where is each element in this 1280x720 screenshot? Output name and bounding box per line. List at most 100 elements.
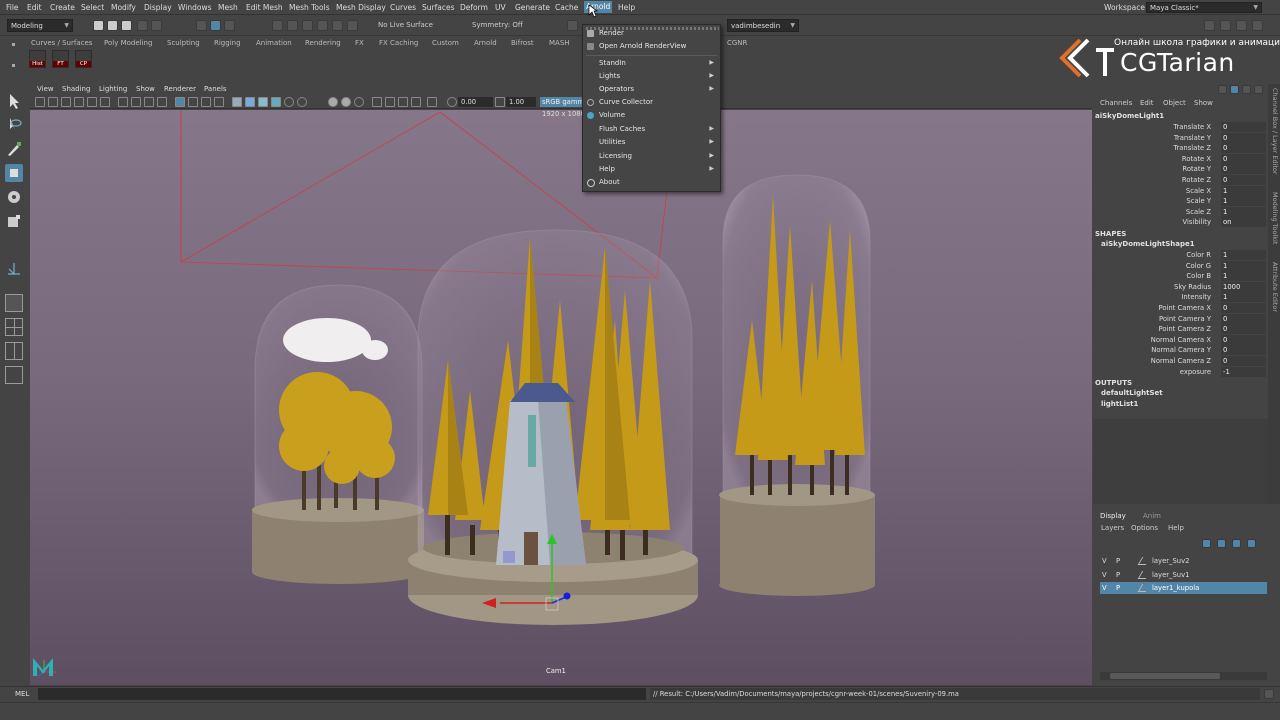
cb-attr-value[interactable]: 0: [1221, 175, 1266, 185]
snap-point-icon[interactable]: [302, 20, 313, 31]
menu-item-lights[interactable]: Lights: [599, 72, 620, 80]
layer-name[interactable]: layer_Suv2: [1152, 555, 1189, 567]
move-tool-icon[interactable]: [5, 164, 23, 182]
select-object-icon[interactable]: [210, 20, 221, 31]
cb-attr-value[interactable]: 1: [1221, 206, 1266, 217]
cb-tab-show[interactable]: Show: [1194, 99, 1213, 107]
shelf-tab-cgnr[interactable]: CGNR: [727, 39, 747, 47]
cb-attr-value[interactable]: -1: [1221, 366, 1266, 377]
new-scene-icon[interactable]: [93, 20, 104, 31]
axis-icon[interactable]: [5, 260, 23, 278]
layer-color-icon[interactable]: [1137, 570, 1151, 579]
menu-item-about[interactable]: About: [599, 178, 620, 186]
menu-help[interactable]: Help: [618, 3, 635, 12]
shelf-tab-bifrost[interactable]: Bifrost: [511, 39, 534, 47]
gamma-field[interactable]: 1.00: [506, 97, 536, 107]
resolution-gate-icon[interactable]: [144, 97, 154, 107]
shelf-tab-sculpting[interactable]: Sculpting: [167, 39, 200, 47]
outliner-icon[interactable]: [5, 366, 23, 384]
snap-curve-icon[interactable]: [287, 20, 298, 31]
cmd-input[interactable]: [38, 688, 646, 700]
isolate-select-icon[interactable]: [372, 97, 382, 107]
cb-attr-value[interactable]: 0: [1221, 143, 1266, 154]
menu-item-operators[interactable]: Operators: [599, 85, 634, 93]
menu-item-open-renderview[interactable]: Open Arnold RenderView: [599, 42, 686, 50]
menu-item-flush-caches[interactable]: Flush Caches: [599, 125, 645, 133]
layer-move-up-icon[interactable]: [1202, 539, 1211, 548]
menu-modify[interactable]: Modify: [111, 3, 136, 12]
cb-attr-label[interactable]: Sky Radius: [1174, 283, 1211, 291]
layer-visibility-toggle[interactable]: V: [1102, 582, 1107, 594]
vp-menu-lighting[interactable]: Lighting: [99, 85, 127, 93]
layer-name[interactable]: layer1_kupola: [1152, 582, 1199, 594]
shelf-tab-fx-caching[interactable]: FX Caching: [379, 39, 418, 47]
shelf-tab-rigging[interactable]: Rigging: [214, 39, 241, 47]
bookmark-icon[interactable]: [61, 97, 71, 107]
layer-color-icon[interactable]: [1137, 557, 1151, 565]
cb-attr-value[interactable]: 0: [1221, 356, 1266, 366]
vp-menu-show[interactable]: Show: [136, 85, 155, 93]
xray-components-icon[interactable]: [411, 97, 421, 107]
cb-attr-value[interactable]: 1: [1221, 250, 1266, 260]
gate-mask-icon[interactable]: [157, 97, 167, 107]
menu-item-help[interactable]: Help: [599, 165, 615, 173]
multisample-aa-icon[interactable]: [341, 97, 351, 107]
motion-blur-icon[interactable]: [328, 97, 338, 107]
layer-visibility-toggle[interactable]: V: [1102, 555, 1107, 567]
cb-attr-label[interactable]: Point Camera X: [1158, 304, 1211, 312]
save-scene-icon[interactable]: [121, 20, 132, 31]
cb-attr-label[interactable]: Translate X: [1173, 123, 1211, 131]
side-tab-channel-box[interactable]: Channel Box / Layer Editor: [1271, 88, 1279, 175]
menu-item-standin[interactable]: StandIn: [599, 59, 626, 67]
cmd-language-label[interactable]: MEL: [15, 690, 29, 698]
attribute-editor-icon[interactable]: [1220, 20, 1231, 31]
layer-playback-toggle[interactable]: P: [1116, 569, 1120, 581]
safe-title-icon[interactable]: [201, 97, 211, 107]
shelf-tab-animation[interactable]: Animation: [256, 39, 292, 47]
vp-menu-renderer[interactable]: Renderer: [164, 85, 196, 93]
vp-menu-shading[interactable]: Shading: [62, 85, 90, 93]
cb-attr-label[interactable]: Rotate Z: [1182, 176, 1211, 184]
layer-menu-help[interactable]: Help: [1168, 524, 1184, 532]
channel-filter-icon[interactable]: [1242, 85, 1251, 94]
menu-item-render[interactable]: Render: [599, 29, 624, 37]
wireframe-icon[interactable]: [214, 97, 224, 107]
open-scene-icon[interactable]: [107, 20, 118, 31]
channel-sync-icon[interactable]: [1254, 85, 1263, 94]
cb-attr-value[interactable]: 0: [1221, 324, 1266, 335]
menu-file[interactable]: File: [6, 3, 19, 12]
side-tab-modeling-toolkit[interactable]: Modeling Toolkit: [1271, 192, 1279, 244]
shelf-options-icon[interactable]: [9, 41, 17, 73]
mode-dropdown[interactable]: Modeling ▼: [7, 19, 73, 32]
menu-surfaces[interactable]: Surfaces: [422, 3, 454, 12]
live-surface-label[interactable]: No Live Surface: [378, 21, 433, 29]
cb-attr-value[interactable]: 1: [1221, 260, 1266, 271]
depth-of-field-icon[interactable]: [354, 97, 364, 107]
modeling-toolkit-icon[interactable]: [1204, 20, 1215, 31]
cb-attr-label[interactable]: exposure: [1180, 368, 1211, 376]
cb-attr-label[interactable]: Normal Camera Y: [1151, 346, 1211, 354]
menu-curves[interactable]: Curves: [390, 3, 416, 12]
layer-name[interactable]: layer_Suv1: [1152, 569, 1189, 581]
shelf-tab-fx[interactable]: FX: [355, 39, 364, 47]
channel-link-icon[interactable]: [1230, 85, 1239, 94]
layer-menu-options[interactable]: Options: [1131, 524, 1158, 532]
cb-attr-label[interactable]: Scale Z: [1186, 208, 1211, 216]
layer-color-icon[interactable]: [1137, 584, 1151, 592]
vp-menu-panels[interactable]: Panels: [204, 85, 227, 93]
scale-tool-icon[interactable]: [5, 212, 23, 230]
layer-scrollbar[interactable]: [1100, 672, 1267, 680]
layer-row[interactable]: V Player_Suv1: [1100, 569, 1267, 581]
snap-grid-icon[interactable]: [272, 20, 283, 31]
shelf-tab-custom[interactable]: Custom: [432, 39, 459, 47]
workspace-dropdown[interactable]: Maya Classic* ▼: [1146, 2, 1262, 13]
shadows-icon[interactable]: [284, 97, 294, 107]
channel-key-icon[interactable]: [1218, 85, 1227, 94]
select-component-icon[interactable]: [224, 20, 235, 31]
use-all-lights-icon[interactable]: [271, 97, 281, 107]
undo-icon[interactable]: [137, 20, 148, 31]
new-layer-icon[interactable]: [1232, 539, 1241, 548]
menu-edit[interactable]: Edit: [27, 3, 42, 12]
layer-menu-layers[interactable]: Layers: [1101, 524, 1124, 532]
cb-attr-value[interactable]: 1: [1221, 185, 1266, 196]
